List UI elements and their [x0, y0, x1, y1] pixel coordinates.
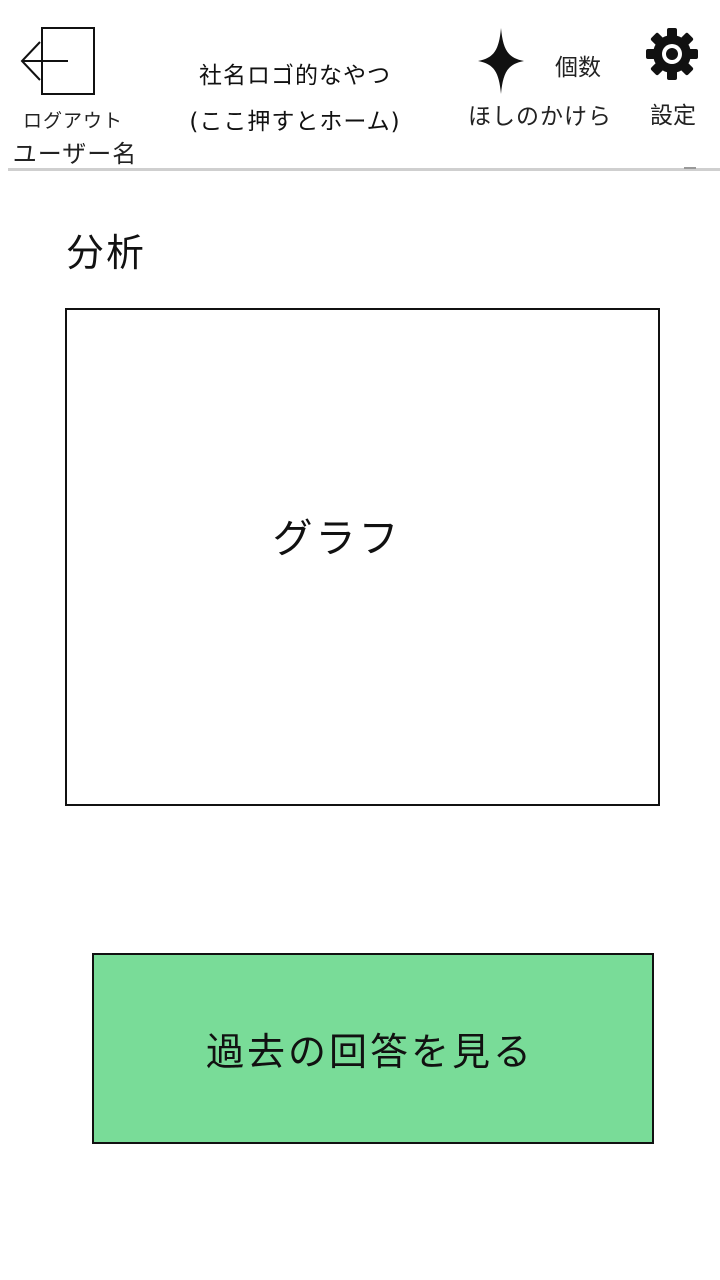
view-past-answers-button[interactable]: 過去の回答を見る	[92, 953, 654, 1144]
star-icon	[478, 28, 524, 94]
divider-mark	[684, 167, 696, 169]
logo-text: 社名ロゴ的なやつ	[199, 63, 391, 89]
analysis-screen: ログアウト ユーザー名 社名ロゴ的なやつ (ここ押すとホーム) 個数 ほしのかけ…	[0, 0, 720, 1280]
page-title: 分析	[66, 231, 147, 275]
header-divider	[8, 168, 720, 171]
view-past-answers-label: 過去の回答を見る	[205, 1030, 534, 1074]
graph-label: グラフ	[272, 516, 402, 562]
star-count: 個数	[555, 55, 601, 81]
home-logo-button[interactable]: 社名ロゴ的なやつ (ここ押すとホーム)	[180, 58, 410, 140]
logout-icon	[20, 27, 95, 95]
logout-button[interactable]: ログアウト	[12, 22, 134, 132]
logout-label: ログアウト	[22, 110, 123, 132]
username: ユーザー名	[12, 140, 138, 168]
settings-button[interactable]: 設定	[640, 24, 708, 134]
star-fragments-label: ほしのかけら	[468, 104, 612, 130]
gear-icon	[646, 28, 698, 80]
settings-label: 設定	[650, 103, 696, 129]
graph-placeholder: グラフ	[65, 308, 660, 806]
logo-subtext: (ここ押すとホーム)	[189, 109, 401, 135]
